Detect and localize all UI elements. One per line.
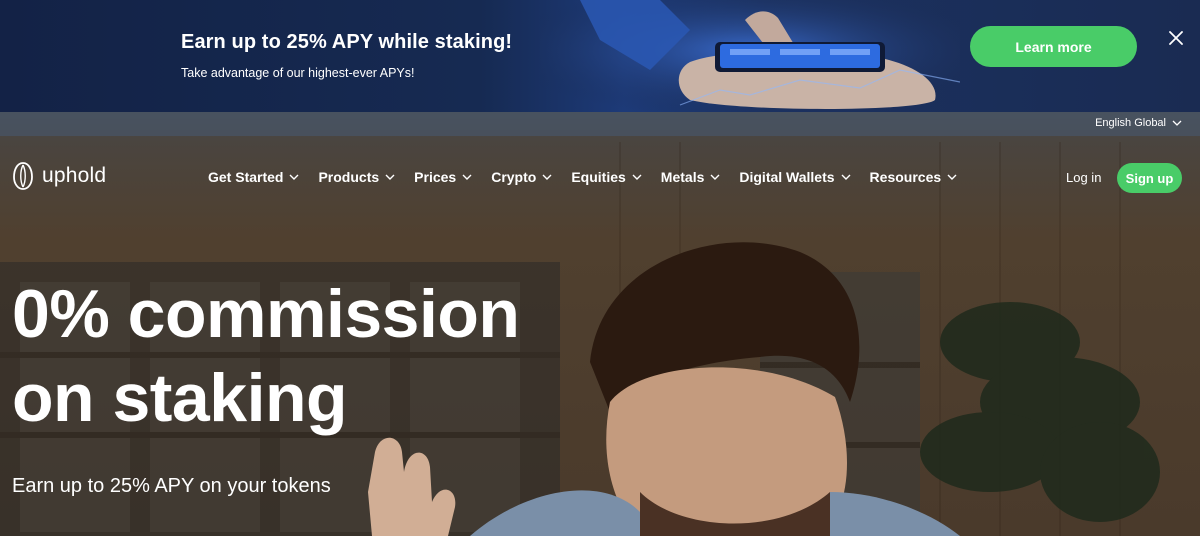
nav-item-label: Equities (571, 169, 626, 185)
uphold-logo[interactable]: uphold (12, 161, 106, 191)
nav-item-equities[interactable]: Equities (571, 169, 642, 185)
chevron-down-icon (947, 174, 957, 180)
hero-title: 0% commission on staking (12, 272, 520, 440)
nav-item-get-started[interactable]: Get Started (208, 169, 299, 185)
chevron-down-icon (542, 174, 552, 180)
nav-item-resources[interactable]: Resources (870, 169, 958, 185)
hero-section: English Global uphold Get Started Produc… (0, 112, 1200, 536)
nav-item-label: Prices (414, 169, 457, 185)
language-bar: English Global (0, 112, 1200, 136)
nav-item-label: Get Started (208, 169, 284, 185)
chevron-down-icon (710, 174, 720, 180)
learn-more-button[interactable]: Learn more (970, 26, 1137, 67)
login-link[interactable]: Log in (1066, 170, 1101, 185)
nav-item-label: Crypto (491, 169, 537, 185)
chevron-down-icon (841, 174, 851, 180)
signup-button[interactable]: Sign up (1117, 163, 1182, 193)
nav-item-crypto[interactable]: Crypto (491, 169, 552, 185)
chevron-down-icon (632, 174, 642, 180)
nav-item-label: Metals (660, 169, 705, 185)
chevron-down-icon (385, 174, 395, 180)
nav-menu: Get Started Products Prices Crypto Equit… (208, 169, 976, 185)
promo-phone-image (540, 0, 960, 112)
promo-subtitle: Take advantage of our highest-ever APYs! (181, 66, 415, 80)
chevron-down-icon (462, 174, 472, 180)
promo-banner: Earn up to 25% APY while staking! Take a… (0, 0, 1200, 112)
language-label: English Global (1095, 117, 1166, 129)
uphold-logo-icon (13, 162, 33, 190)
hero-subtitle: Earn up to 25% APY on your tokens (12, 475, 331, 497)
close-icon[interactable] (1166, 28, 1186, 48)
nav-item-label: Digital Wallets (739, 169, 835, 185)
hero-title-line-1: 0% commission (12, 276, 520, 352)
nav-item-metals[interactable]: Metals (661, 169, 721, 185)
language-selector[interactable]: English Global (1095, 117, 1182, 129)
nav-item-products[interactable]: Products (318, 169, 395, 185)
nav-item-digital-wallets[interactable]: Digital Wallets (739, 169, 851, 185)
nav-item-prices[interactable]: Prices (414, 169, 472, 185)
chevron-down-icon (1172, 120, 1182, 126)
nav-item-label: Products (318, 169, 380, 185)
hero-title-line-2: on staking (12, 360, 348, 436)
promo-title: Earn up to 25% APY while staking! (181, 31, 513, 53)
logo-text: uphold (42, 164, 107, 187)
chevron-down-icon (289, 174, 299, 180)
main-navigation: uphold Get Started Products Prices Crypt… (0, 156, 1200, 200)
nav-item-label: Resources (869, 169, 942, 185)
